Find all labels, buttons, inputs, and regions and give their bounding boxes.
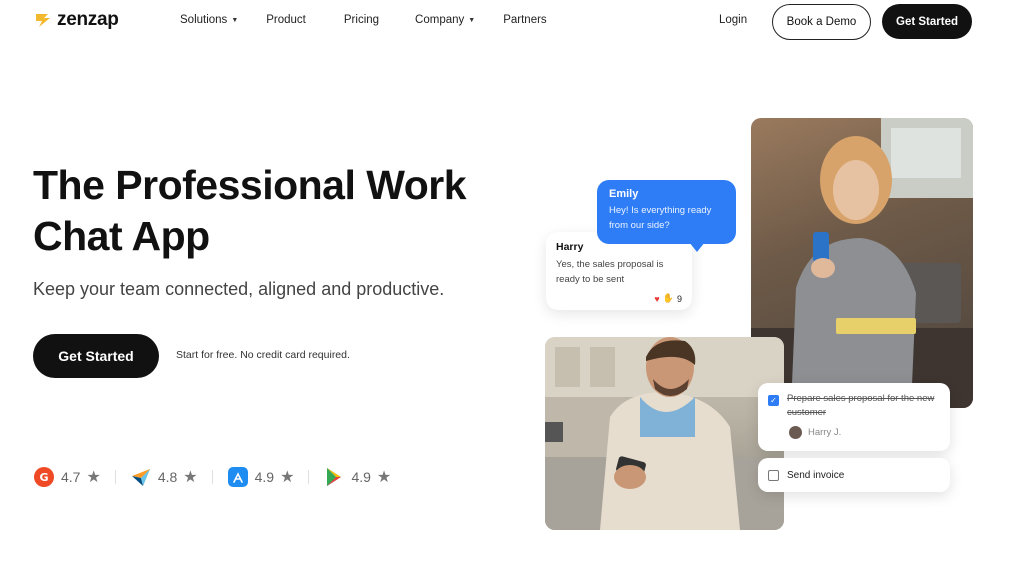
- ratings-row: G 4.7 ★ 4.8 ★ 4.9 ★ 4.9 ★: [33, 466, 405, 488]
- google-play-icon: [323, 466, 345, 488]
- nav-item-product[interactable]: Product: [266, 14, 306, 26]
- chevron-down-icon: ▼: [231, 16, 239, 24]
- nav-item-label: Pricing: [343, 14, 380, 26]
- task-text: Prepare sales proposal for the new custo…: [787, 393, 935, 418]
- brand-logo[interactable]: zenzap: [33, 9, 119, 31]
- nav-links: Solutions ▼ Product Pricing Company ▼ Pa…: [180, 14, 547, 26]
- rating-app-store[interactable]: 4.9 ★: [227, 466, 295, 488]
- chevron-down-icon: ▼: [468, 16, 476, 24]
- nav-item-partners[interactable]: Partners: [503, 14, 546, 26]
- nav-item-company[interactable]: Company ▼: [415, 14, 475, 26]
- woman-with-phone-photo: [751, 118, 973, 408]
- hero-title: The Professional Work Chat App: [33, 160, 503, 262]
- task-card-done: ✓ Prepare sales proposal for the new cus…: [758, 383, 950, 451]
- hero-title-line-2: Chat App: [33, 213, 210, 259]
- chat-message: Hey! Is everything ready from our side?: [609, 205, 712, 231]
- checkbox-checked-icon[interactable]: ✓: [768, 395, 779, 406]
- clap-icon: ✋: [662, 293, 674, 303]
- heart-icon: ♥: [654, 293, 660, 304]
- rating-value: 4.7: [61, 469, 81, 485]
- chat-message: Yes, the sales proposal is ready to be s…: [556, 259, 664, 285]
- nav-item-solutions[interactable]: Solutions ▼: [180, 14, 238, 26]
- bubble-tail: [689, 242, 705, 252]
- hero-subtitle: Keep your team connected, aligned and pr…: [33, 279, 445, 299]
- zenzap-logo-icon: [36, 14, 50, 27]
- task-text: Send invoice: [787, 469, 845, 481]
- nav-item-label: Company: [415, 14, 465, 26]
- nav-item-label: Solutions: [180, 14, 228, 26]
- rating-value: 4.9: [254, 469, 275, 485]
- login-link[interactable]: Login: [719, 14, 747, 26]
- star-icon: ★: [86, 469, 101, 486]
- svg-text:G: G: [39, 471, 48, 484]
- assignee-name: Harry J.: [808, 427, 842, 438]
- chat-bubble-emily: Emily Hey! Is everything ready from our …: [597, 180, 736, 252]
- rating-capterra[interactable]: 4.8 ★: [130, 466, 198, 488]
- nav-item-label: Product: [266, 14, 306, 26]
- divider: [211, 470, 213, 484]
- get-started-nav-button[interactable]: Get Started: [882, 4, 972, 39]
- star-icon: ★: [183, 469, 198, 486]
- capterra-icon: [130, 466, 152, 488]
- g2-icon: G: [33, 466, 55, 488]
- top-navigation: zenzap Solutions ▼ Product Pricing Compa…: [0, 0, 1024, 44]
- rating-value: 4.9: [351, 469, 371, 485]
- get-started-hero-button[interactable]: Get Started: [33, 334, 159, 378]
- task-card-open: Send invoice: [758, 458, 950, 492]
- rating-g2[interactable]: G 4.7 ★: [33, 466, 101, 488]
- app-store-icon: [227, 466, 249, 488]
- task-row: ✓ Prepare sales proposal for the new cus…: [768, 392, 940, 420]
- man-with-phone-photo: [545, 337, 784, 530]
- reaction-count: 9: [676, 293, 682, 304]
- divider: [308, 470, 310, 484]
- hero-title-line-1: The Professional Work: [33, 162, 467, 208]
- avatar: [789, 426, 802, 439]
- star-icon: ★: [376, 469, 392, 486]
- task-assignee: Harry J.: [789, 426, 940, 439]
- divider: [114, 470, 116, 484]
- star-icon: ★: [280, 469, 295, 486]
- reaction-bar: ♥ ✋ 9: [654, 293, 682, 304]
- cta-note: Start for free. No credit card required.: [176, 349, 350, 361]
- book-demo-button[interactable]: Book a Demo: [772, 4, 871, 40]
- checkbox-empty-icon[interactable]: [768, 469, 779, 481]
- brand-name: zenzap: [57, 9, 119, 30]
- chat-sender-name: Emily: [609, 188, 639, 200]
- nav-item-pricing[interactable]: Pricing: [344, 14, 379, 26]
- rating-google-play[interactable]: 4.9 ★: [323, 466, 391, 488]
- rating-value: 4.8: [157, 469, 178, 485]
- nav-item-label: Partners: [503, 14, 547, 26]
